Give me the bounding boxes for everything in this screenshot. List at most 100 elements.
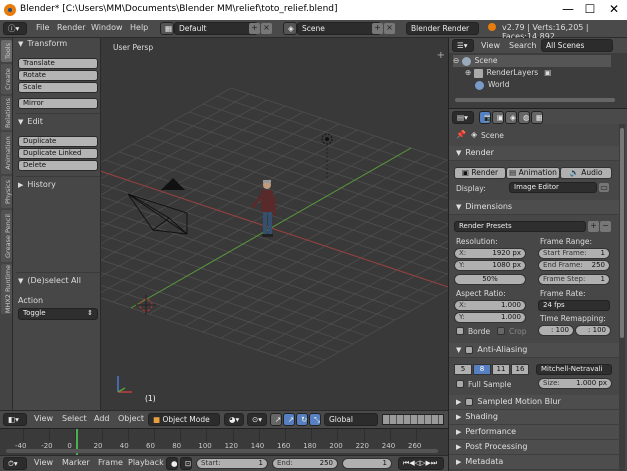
render-presets-select[interactable]: Render Presets [454, 221, 586, 232]
time-remap-old-field[interactable]: : 100 [538, 325, 574, 336]
render-engine-select[interactable]: Blender Render [406, 22, 479, 35]
menu-object[interactable]: Object [118, 414, 144, 423]
panel-render-header[interactable]: ▼ Render [449, 146, 619, 161]
scale-manipulator-icon[interactable]: ⤡ [309, 413, 321, 426]
remove-scene-button[interactable]: × [384, 23, 395, 34]
screen-layout-icon[interactable]: ▦ [160, 22, 174, 35]
outliner-world-row[interactable]: World [475, 79, 627, 91]
panel-post-processing-header[interactable]: ▶ Post Processing [449, 440, 619, 455]
rotate-button[interactable]: Rotate [18, 70, 98, 81]
panel-transform-header[interactable]: ▼ Transform [18, 39, 67, 48]
aa-filter-select[interactable]: Mitchell-Netravali [536, 364, 612, 375]
menu-view[interactable]: View [34, 414, 53, 423]
panel-last-operator-header[interactable]: ▼ (De)select All [18, 276, 81, 285]
outliner-scene-row[interactable]: ⊖ Scene [453, 55, 611, 67]
resolution-x-field[interactable]: X: 1920 px [454, 248, 526, 259]
menu-marker[interactable]: Marker [62, 458, 90, 467]
frame-rate-select[interactable]: 24 fps [538, 300, 610, 311]
layers-grid[interactable] [382, 414, 444, 425]
duplicate-linked-button[interactable]: Duplicate Linked [18, 148, 98, 159]
current-frame-field[interactable]: 1 [342, 458, 392, 469]
audio-button[interactable]: 🔈 Audio [560, 167, 612, 179]
aa-samples-11[interactable]: 11 [492, 364, 510, 375]
outliner-renderlayers-row[interactable]: ⊕ RenderLayers ▣ [465, 67, 627, 79]
panel-performance-header[interactable]: ▶ Performance [449, 425, 619, 440]
maximize-button[interactable]: ☐ [580, 2, 600, 18]
editor-type-3d[interactable]: ◧▾ [3, 413, 27, 426]
object-context-icon[interactable]: ▦ [531, 111, 543, 124]
crop-checkbox[interactable] [497, 327, 505, 335]
translate-manipulator-icon[interactable]: ↗ [283, 413, 295, 426]
outliner-scrollbar[interactable] [455, 98, 615, 102]
manipulator-toggle[interactable]: ↗ [270, 413, 282, 426]
filter-size-field[interactable]: Size: 1.000 px [538, 378, 612, 389]
add-screen-button[interactable]: + [249, 23, 260, 34]
start-frame-field[interactable]: Start: 1 [196, 458, 268, 469]
end-frame-field[interactable]: End Frame: 250 [538, 260, 610, 271]
menu-playback[interactable]: Playback [128, 458, 164, 467]
remove-screen-button[interactable]: × [261, 23, 272, 34]
editor-type-timeline[interactable]: ⏱▾ [3, 457, 27, 470]
panel-shading-header[interactable]: ▶ Shading [449, 410, 619, 425]
menu-select[interactable]: Select [62, 414, 87, 423]
tab-mhx2-runtime[interactable]: MHX2 Runtime [1, 264, 12, 314]
aspect-x-field[interactable]: X: 1.000 [454, 300, 526, 311]
menu-help[interactable]: Help [130, 23, 148, 32]
display-lock-icon[interactable]: ▭ [599, 183, 609, 192]
render-context-icon[interactable]: 📷 [479, 111, 491, 124]
add-preset-button[interactable]: + [588, 221, 599, 232]
properties-scrollbar[interactable] [619, 124, 625, 471]
panel-history-header[interactable]: ▶ History [18, 180, 56, 189]
editor-type-properties[interactable]: ▤▾ [452, 111, 474, 124]
delete-button[interactable]: Delete [18, 160, 98, 171]
orientation-select[interactable]: Global [324, 413, 378, 426]
menu-frame[interactable]: Frame [98, 458, 123, 467]
aa-samples-5[interactable]: 5 [454, 364, 472, 375]
timeline-scrollbar[interactable] [6, 449, 438, 453]
start-frame-field[interactable]: Start Frame: 1 [538, 248, 610, 259]
mirror-button[interactable]: Mirror [18, 98, 98, 109]
viewport-add-region-icon[interactable]: + [437, 50, 445, 61]
resolution-percentage-field[interactable]: 50% [454, 274, 526, 285]
3d-viewport[interactable]: User Persp (1) + [101, 38, 448, 410]
end-frame-field[interactable]: End: 250 [272, 458, 338, 469]
border-checkbox[interactable] [456, 327, 464, 335]
world-context-icon[interactable]: ◍ [518, 111, 530, 124]
render-button[interactable]: ▣ Render [454, 167, 506, 179]
keying-icon[interactable]: ⊡ [180, 457, 192, 470]
display-select[interactable]: Image Editor [509, 182, 597, 193]
panel-metadata-header[interactable]: ▶ Metadata [449, 455, 619, 470]
antialiasing-checkbox[interactable] [465, 345, 474, 354]
remove-preset-button[interactable]: − [600, 221, 611, 232]
mode-select[interactable]: ■ Object Mode [148, 413, 220, 426]
menu-search[interactable]: Search [509, 41, 536, 50]
screen-layout-select[interactable]: Default [174, 22, 258, 35]
translate-button[interactable]: Translate [18, 58, 98, 69]
scene-icon[interactable]: ◈ [283, 22, 297, 35]
panel-edit-header[interactable]: ▼ Edit [18, 117, 43, 126]
menu-add[interactable]: Add [94, 414, 110, 423]
menu-view[interactable]: View [481, 41, 500, 50]
outliner-filter-select[interactable]: All Scenes [541, 39, 613, 52]
panel-antialiasing-header[interactable]: ▼ Anti-Aliasing [449, 343, 619, 358]
add-scene-button[interactable]: + [372, 23, 383, 34]
menu-file[interactable]: File [36, 23, 49, 32]
tab-physics[interactable]: Physics [1, 176, 12, 208]
tab-grease-pencil[interactable]: Grease Pencil [1, 210, 12, 262]
time-remap-new-field[interactable]: : 100 [575, 325, 611, 336]
editor-type-outliner[interactable]: ☰▾ [452, 39, 474, 52]
menu-render[interactable]: Render [57, 23, 85, 32]
animation-button[interactable]: ▤ Animation [506, 167, 560, 179]
frame-step-field[interactable]: Frame Step: 1 [538, 274, 610, 285]
timeline[interactable]: -40 -20 0 20 40 60 80 100 120 140 160 180 200 220 240 2… [0, 428, 448, 456]
scrollbar-thumb[interactable] [620, 128, 624, 338]
aspect-y-field[interactable]: Y: 1.000 [454, 312, 526, 323]
panel-motion-blur-header[interactable]: ▶ Sampled Motion Blur [449, 395, 619, 410]
aa-samples-8[interactable]: 8 [473, 364, 491, 375]
panel-dimensions-header[interactable]: ▼ Dimensions [449, 200, 619, 215]
scene-context-icon[interactable]: ◈ [505, 111, 517, 124]
minimize-button[interactable]: — [558, 2, 578, 18]
aa-samples-16[interactable]: 16 [511, 364, 529, 375]
action-select[interactable]: Toggle ⇕ [18, 308, 98, 320]
scene-select[interactable]: Scene [297, 22, 381, 35]
